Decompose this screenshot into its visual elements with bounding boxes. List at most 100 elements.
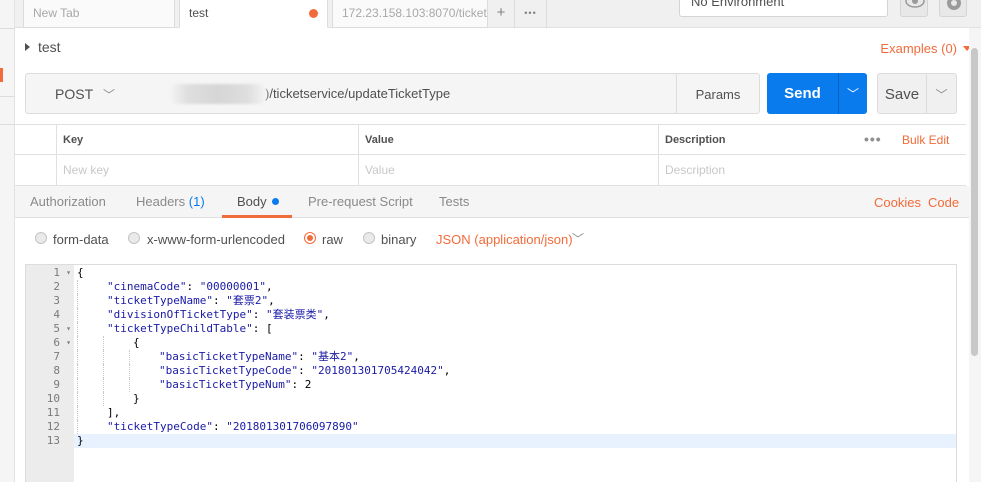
editor-code-area[interactable]: {"cinemaCode": "00000001", "ticketTypeNam…: [74, 265, 956, 482]
fold-toggle-icon[interactable]: ▾: [66, 336, 71, 350]
method-select[interactable]: POST ﹀: [25, 73, 142, 114]
more-icon: •••: [524, 8, 537, 18]
more-icon[interactable]: •••: [864, 131, 882, 147]
form-data-radio[interactable]: [35, 232, 47, 244]
sidebar-divider: [0, 28, 14, 29]
gear-icon: [947, 0, 961, 10]
tab-prerequest-script[interactable]: Pre-request Script: [308, 194, 413, 209]
urlencoded-radio[interactable]: [128, 232, 140, 244]
code-line: "cinemaCode": "00000001",: [74, 280, 956, 294]
save-label: Save: [884, 86, 920, 103]
line-number: 7: [53, 350, 60, 363]
code-text: ],: [107, 406, 121, 419]
scrollbar-thumb[interactable]: [971, 48, 978, 356]
environment-settings-button[interactable]: [939, 0, 967, 17]
new-description-input[interactable]: Description: [658, 155, 966, 185]
tab-url-request[interactable]: 172.23.158.103:8070/tickets: [332, 0, 488, 28]
form-data-label[interactable]: form-data: [53, 232, 109, 247]
caret-right-icon[interactable]: [25, 43, 30, 51]
line-number: 2: [53, 280, 60, 293]
request-name[interactable]: test: [38, 39, 61, 55]
environment-quick-look-button[interactable]: [900, 0, 928, 17]
headers-count: (1): [188, 194, 205, 209]
send-options-dropdown[interactable]: ﹀: [838, 73, 867, 114]
chevron-down-icon: ﹀: [103, 88, 116, 102]
line-number: 10: [46, 392, 60, 405]
binary-radio[interactable]: [363, 232, 375, 244]
sidebar-active-marker: [0, 68, 3, 82]
line-number: 12: [46, 420, 60, 433]
save-button[interactable]: Save: [877, 73, 927, 114]
tab-test[interactable]: test: [179, 0, 328, 28]
headers-label: Headers: [136, 194, 186, 209]
code-text: }: [133, 392, 140, 405]
vertical-scrollbar[interactable]: [969, 28, 981, 482]
code-text: "basicTicketTypeNum": 2: [159, 378, 312, 391]
examples-dropdown[interactable]: Examples (0): [880, 41, 957, 56]
code-line: }: [74, 392, 956, 406]
chevron-down-icon[interactable]: ﹀: [572, 230, 584, 247]
raw-label[interactable]: raw: [322, 232, 343, 247]
new-key-input[interactable]: New key: [56, 155, 358, 185]
code-text: {: [133, 336, 140, 349]
indent-guide: [77, 280, 78, 294]
new-value-input[interactable]: Value: [358, 155, 658, 185]
code-text: "divisionOfTicketType": "套装票类",: [107, 308, 330, 321]
line-number: 11: [46, 406, 60, 419]
fold-toggle-icon[interactable]: ▾: [66, 322, 71, 336]
tab-authorization[interactable]: Authorization: [30, 194, 106, 209]
indent-guide: [77, 406, 78, 420]
indent-guide: [77, 350, 78, 364]
binary-label[interactable]: binary: [381, 232, 416, 247]
code-text: }: [77, 434, 84, 447]
indent-guide: [77, 364, 78, 378]
code-line: "ticketTypeChildTable": [: [74, 322, 956, 336]
line-number: 9: [53, 378, 60, 391]
fold-toggle-icon[interactable]: ▾: [66, 266, 71, 280]
params-label: Params: [695, 87, 741, 102]
chevron-down-icon: ﹀: [846, 87, 859, 101]
indent-guide: [129, 378, 130, 392]
cookies-link[interactable]: Cookies: [874, 195, 921, 210]
tab-body[interactable]: Body: [237, 194, 279, 209]
params-button[interactable]: Params: [676, 73, 760, 114]
tab-new-tab[interactable]: New Tab: [23, 0, 175, 28]
tab-headers[interactable]: Headers (1): [136, 194, 205, 209]
code-line: "ticketTypeName": "套票2",: [74, 294, 956, 308]
content-type-select[interactable]: JSON (application/json): [436, 232, 573, 247]
unsaved-changes-dot: [309, 9, 318, 18]
add-tab-button[interactable]: +: [488, 0, 515, 28]
request-name-row: test Examples (0): [15, 28, 981, 66]
line-number: 6 ▾: [53, 336, 71, 350]
code-line: {: [74, 266, 956, 280]
left-sidebar-edge: [0, 0, 15, 482]
chevron-down-icon: ﹀: [935, 88, 948, 102]
indent-guide: [77, 420, 78, 434]
bulk-edit-link[interactable]: Bulk Edit: [902, 133, 949, 147]
code-line: ],: [74, 406, 956, 420]
line-number: 4: [53, 308, 60, 321]
checkbox-column-header: [15, 125, 56, 154]
raw-radio[interactable]: [304, 232, 316, 244]
indent-guide: [103, 392, 104, 406]
code-text: "basicTicketTypeCode": "2018013017054240…: [159, 364, 451, 377]
urlencoded-label[interactable]: x-www-form-urlencoded: [147, 232, 285, 247]
body-code-editor[interactable]: 1 ▾ 2 3 4 5 ▾ 6 ▾ 7 8 9 10 11 12 13 {"cinemaCode": "000…: [25, 264, 957, 482]
environment-select[interactable]: No Environment ﹀: [679, 0, 888, 17]
indent-guide: [77, 336, 78, 350]
url-text: )/ticketservice/updateTicketType: [265, 86, 451, 101]
send-button[interactable]: Send: [767, 73, 838, 114]
url-input[interactable]: )/ticketservice/updateTicketType: [141, 73, 677, 114]
code-line: }: [74, 434, 956, 448]
tab-tests[interactable]: Tests: [439, 194, 469, 209]
indent-guide: [103, 378, 104, 392]
tab-options-button[interactable]: •••: [515, 0, 547, 28]
code-line: {: [74, 336, 956, 350]
code-text: "ticketTypeName": "套票2",: [107, 294, 275, 307]
line-number: 13: [46, 434, 60, 447]
code-link[interactable]: Code: [928, 195, 959, 210]
save-options-dropdown[interactable]: ﹀: [926, 73, 957, 114]
line-number: 3: [53, 294, 60, 307]
eye-icon: [905, 0, 925, 8]
tab-label: New Tab: [33, 6, 80, 20]
